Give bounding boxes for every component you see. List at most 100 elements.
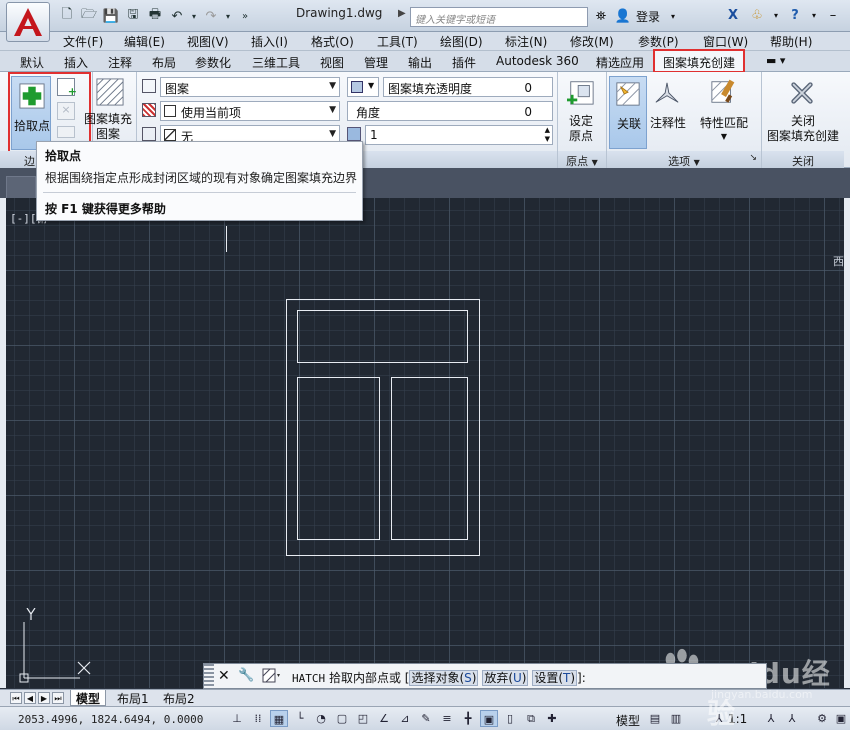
layout-tab-model[interactable]: 模型 (70, 690, 107, 706)
prev-layout-icon[interactable]: ◀ (24, 692, 36, 704)
angle-field[interactable]: 角度 0 (347, 101, 553, 121)
origin-panel-title[interactable]: 原点 ▼ (558, 151, 606, 168)
set-origin-icon[interactable] (567, 78, 595, 106)
polar-tracking-icon[interactable]: ◔ (312, 710, 330, 727)
tab-default[interactable]: 默认 (20, 54, 44, 71)
3d-object-snap-icon[interactable]: ◰ (354, 710, 372, 727)
menu-view[interactable]: 视图(V) (187, 33, 229, 50)
option-settings[interactable]: 设置(T) (532, 670, 578, 686)
connect-icon[interactable]: ♧ (748, 6, 766, 24)
layout-quick-view-icon[interactable]: ▤ (646, 710, 664, 727)
application-menu-button[interactable] (6, 2, 50, 42)
right-rectangle[interactable] (391, 377, 468, 540)
annotative-icon[interactable] (654, 80, 680, 106)
option-select-objects[interactable]: 选择对象(S) (409, 670, 479, 686)
annotation-monitor-icon[interactable]: ⧉ (522, 710, 540, 727)
print-icon[interactable]: 🖶 (146, 7, 164, 25)
model-space-label[interactable]: 模型 (616, 712, 640, 729)
user-icon[interactable]: 👤 (614, 7, 632, 25)
last-layout-icon[interactable]: ⏭ (52, 692, 64, 704)
dropdown-icon[interactable]: ▾ (772, 6, 780, 24)
minimize-icon[interactable]: – (824, 6, 842, 24)
menu-modify[interactable]: 修改(M) (570, 33, 614, 50)
scale-field[interactable]: 1 ▲ ▼ (365, 125, 553, 145)
left-rectangle[interactable] (297, 377, 380, 540)
search-expand-icon[interactable]: ▶ (398, 8, 408, 22)
tab-hatch-creation[interactable]: 图案填充创建 (653, 49, 745, 73)
tab-featured-apps[interactable]: 精选应用 (596, 54, 644, 71)
tab-parametric[interactable]: 参数化 (195, 54, 231, 71)
annotation-scale-icon[interactable]: ⅄ (710, 710, 728, 727)
layout-tab-layout2[interactable]: 布局2 (158, 690, 200, 706)
object-snap-tracking-icon[interactable]: ∠ (375, 710, 393, 727)
lineweight-icon[interactable]: ≡ (438, 710, 456, 727)
transparency-icon[interactable]: ╋ (459, 710, 477, 727)
hatch-type-button[interactable]: ▼ (347, 77, 379, 97)
coordinate-readout[interactable]: 2053.4996, 1824.6494, 0.0000 (18, 713, 203, 726)
match-properties-dropdown-icon[interactable]: ▼ (716, 130, 732, 144)
exchange-icon[interactable]: X (724, 6, 742, 24)
menu-edit[interactable]: 编辑(E) (124, 33, 165, 50)
quick-properties-icon[interactable]: ▣ (480, 710, 498, 727)
open-file-icon[interactable]: 🗁 (80, 7, 98, 25)
tab-annotate[interactable]: 注释 (108, 54, 132, 71)
tab-output[interactable]: 输出 (408, 54, 432, 71)
options-panel-title[interactable]: 选项 ▼ ↘ (607, 151, 761, 168)
object-snap-icon[interactable]: ▢ (333, 710, 351, 727)
new-file-icon[interactable]: 🗋 (58, 7, 76, 25)
tab-autodesk-360[interactable]: Autodesk 360 (496, 54, 579, 68)
menu-file[interactable]: 文件(F) (63, 33, 103, 50)
menu-help[interactable]: 帮助(H) (770, 33, 812, 50)
infer-constraints-icon[interactable]: ⊥ (228, 710, 246, 727)
grid-display-icon[interactable]: ▦ (270, 710, 288, 727)
hatch-color-select[interactable]: 使用当前项 ▼ (160, 101, 340, 121)
dropdown-icon[interactable]: ▾ (810, 6, 818, 24)
save-icon[interactable]: 💾 (102, 7, 120, 25)
hatch-command-icon[interactable] (262, 668, 282, 684)
wrench-icon[interactable]: 🔧 (238, 668, 254, 683)
tab-insert[interactable]: 插入 (64, 54, 88, 71)
spinner-icon[interactable]: ▲ ▼ (545, 126, 550, 144)
annotation-scale-value[interactable]: 1:1 (728, 712, 747, 726)
annotation-visibility-icon[interactable]: ⅄ (762, 710, 780, 727)
undo-dropdown-icon[interactable]: ▾ (190, 7, 198, 25)
help-icon[interactable]: ? (786, 6, 804, 24)
dropdown-icon[interactable]: ▾ (664, 7, 682, 25)
auto-scale-icon[interactable]: ⅄ (783, 710, 801, 727)
layout-tab-layout1[interactable]: 布局1 (112, 690, 154, 706)
top-rectangle[interactable] (297, 310, 468, 363)
tab-view[interactable]: 视图 (320, 54, 344, 71)
workspace-gear-icon[interactable]: ⚙ (813, 710, 831, 727)
hatch-pattern-label[interactable]: 图案填充 (84, 112, 132, 126)
associative-button[interactable]: 关联 (609, 76, 647, 149)
next-layout-icon[interactable]: ▶ (38, 692, 50, 704)
command-line[interactable]: ✕ 🔧 HATCH 拾取内部点或 [选择对象(S) 放弃(U) 设置(T)]: (203, 663, 767, 689)
more-tools-icon[interactable]: » (236, 7, 254, 25)
allow-ucs-icon[interactable]: ⊿ (396, 710, 414, 727)
recreate-boundary-icon[interactable] (57, 126, 75, 138)
remove-boundary-icon[interactable]: × (57, 102, 75, 120)
first-layout-icon[interactable]: ⏮ (10, 692, 22, 704)
close-hatch-label[interactable]: 关闭 (762, 114, 844, 128)
lock-icon[interactable]: ▣ (832, 710, 850, 727)
ribbon-options-icon[interactable]: ▬ ▾ (766, 54, 785, 67)
menu-insert[interactable]: 插入(I) (251, 33, 288, 50)
grid-toggle-icon[interactable]: ✚ (543, 710, 561, 727)
hatch-pattern-icon[interactable] (96, 78, 124, 106)
dynamic-input-icon[interactable]: ✎ (417, 710, 435, 727)
file-tab[interactable] (6, 176, 36, 198)
select-boundary-icon[interactable]: + (57, 78, 77, 98)
menu-window[interactable]: 窗口(W) (703, 33, 748, 50)
snap-mode-icon[interactable]: ⁞⁞ (249, 710, 267, 727)
save-as-icon[interactable]: 🖫 (124, 7, 142, 25)
undo-icon[interactable]: ↶ (168, 7, 186, 25)
tab-manage[interactable]: 管理 (364, 54, 388, 71)
menu-draw[interactable]: 绘图(D) (440, 33, 483, 50)
redo-icon[interactable]: ↷ (202, 7, 220, 25)
selection-cycling-icon[interactable]: ▯ (501, 710, 519, 727)
binoculars-icon[interactable]: ⛯ (592, 7, 610, 25)
viewcube[interactable]: 西 (833, 253, 844, 269)
close-hatch-icon[interactable] (789, 80, 815, 106)
match-properties-icon[interactable] (710, 78, 738, 106)
login-link[interactable]: 登录 (636, 8, 660, 25)
